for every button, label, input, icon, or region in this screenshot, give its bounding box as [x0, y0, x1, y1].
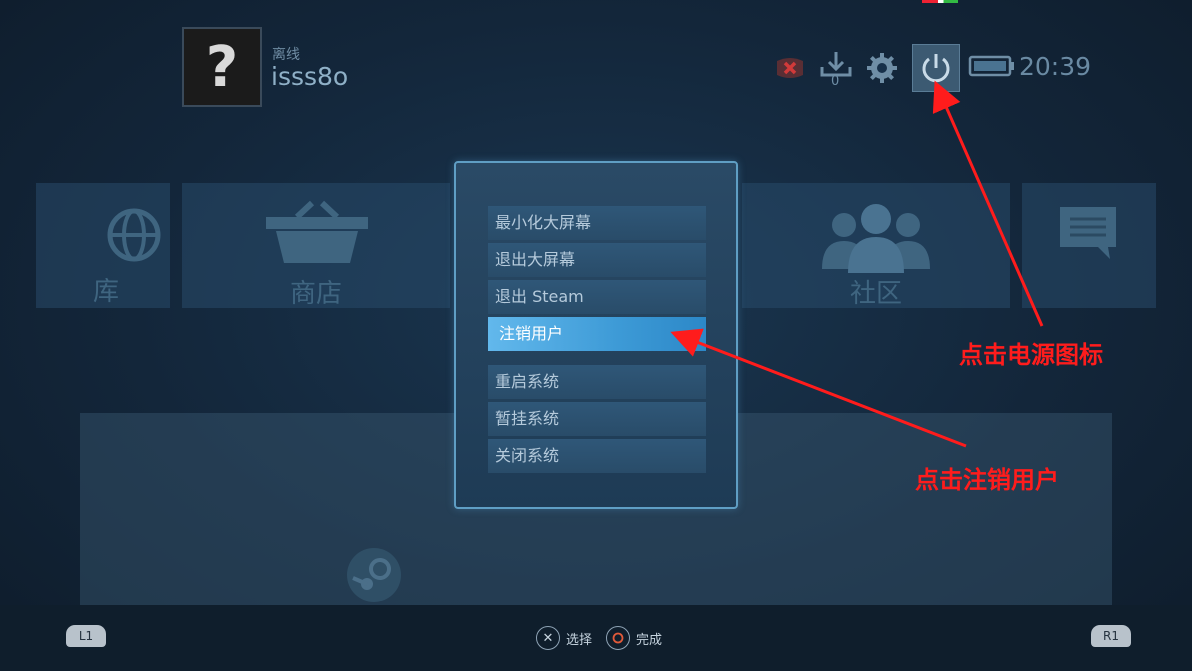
done-label: 完成 [636, 632, 663, 648]
tile-library-label: 库 [92, 277, 119, 307]
steam-logo-icon [347, 548, 401, 602]
menu-restart-system[interactable]: 重启系统 [488, 365, 706, 399]
basket-icon [266, 200, 368, 263]
no-controller-icon[interactable] [770, 48, 810, 88]
logout-annotation-label: 点击注销用户 [915, 466, 1059, 494]
footer-bar [0, 605, 1192, 671]
menu-exit-steam[interactable]: 退出 Steam [488, 280, 706, 314]
user-status: 离线 [272, 47, 300, 63]
tile-store-label: 商店 [289, 279, 342, 309]
gear-icon[interactable] [862, 48, 902, 88]
circle-button-icon [606, 626, 630, 650]
clock: 20:39 [1019, 52, 1092, 81]
select-label: 选择 [566, 632, 593, 648]
globe-icon [107, 208, 161, 262]
tile-community-label: 社区 [849, 279, 902, 309]
top-indicator [922, 0, 958, 3]
tile-community[interactable]: 社区 [742, 183, 1010, 309]
select-hint[interactable]: ✕ 选择 [536, 626, 592, 650]
menu-exit-bigpicture[interactable]: 退出大屏幕 [488, 243, 706, 277]
user-name[interactable]: isss8o [271, 62, 348, 91]
power-icon [922, 54, 950, 83]
l1-button[interactable]: L1 [66, 625, 106, 647]
menu-minimize-bigpicture[interactable]: 最小化大屏幕 [488, 206, 706, 240]
r1-button[interactable]: R1 [1091, 625, 1131, 647]
menu-logout-user[interactable]: 注销用户 [488, 317, 706, 351]
tile-library[interactable]: 库 [36, 183, 170, 308]
menu-shutdown-system[interactable]: 关闭系统 [488, 439, 706, 473]
power-button[interactable] [912, 44, 960, 92]
avatar[interactable]: ? [182, 27, 262, 107]
power-annotation-label: 点击电源图标 [959, 341, 1103, 369]
download-count: 0 [831, 74, 840, 89]
cross-button-icon: ✕ [536, 626, 560, 650]
chat-icon [1060, 207, 1116, 259]
tile-chat[interactable] [1022, 183, 1156, 308]
download-icon[interactable]: 0 [816, 48, 856, 89]
power-menu-dialog: 最小化大屏幕 退出大屏幕 退出 Steam 注销用户 重启系统 暂挂系统 关闭系… [454, 161, 738, 509]
tile-store[interactable]: 商店 [182, 183, 450, 309]
people-icon [822, 204, 930, 273]
menu-suspend-system[interactable]: 暂挂系统 [488, 402, 706, 436]
done-hint[interactable]: 完成 [606, 626, 662, 650]
battery-icon [968, 54, 1016, 82]
top-right-toolbar: 0 [770, 44, 1016, 92]
